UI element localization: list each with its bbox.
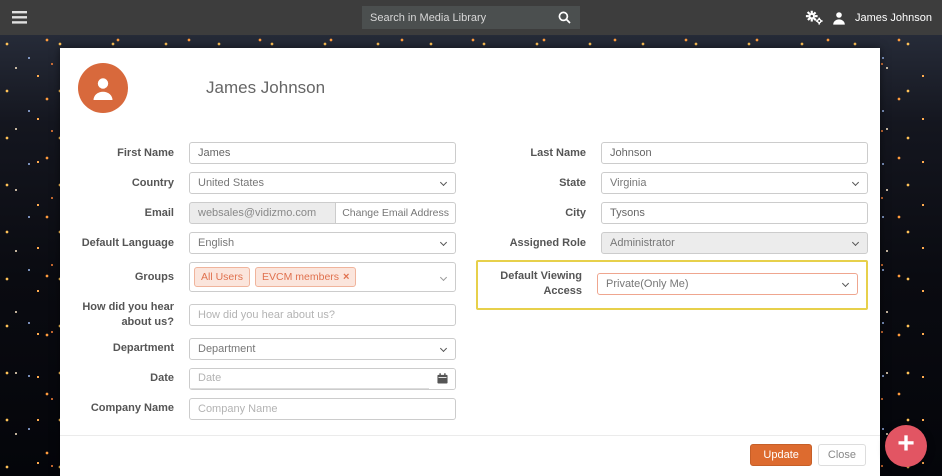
department-select[interactable]: Department: [189, 337, 456, 360]
state-field: State Virginia: [482, 172, 868, 194]
default-viewing-access-highlight: Default Viewing Access Private(Only Me): [476, 260, 868, 310]
chevron-down-icon: [841, 279, 850, 287]
last-name-input[interactable]: [601, 142, 868, 164]
country-selected-value: United States: [198, 177, 265, 189]
groups-label: Groups: [134, 270, 174, 283]
assigned-role-select: Administrator: [601, 232, 868, 254]
group-tag: EVCM members ×: [255, 267, 357, 287]
chevron-down-icon: [439, 344, 448, 352]
chevron-down-icon: [439, 238, 448, 247]
first-name-label: First Name: [117, 146, 174, 159]
group-tag-text: EVCM members: [262, 271, 340, 283]
assigned-role-label: Assigned Role: [509, 236, 586, 249]
assigned-role-selected-value: Administrator: [610, 237, 675, 249]
chevron-down-icon: [439, 178, 448, 187]
avatar: [78, 63, 128, 113]
default-viewing-access-label: Default Viewing Access: [500, 270, 582, 297]
country-field: Country United States: [70, 172, 456, 194]
department-field: Department Department: [70, 337, 456, 360]
groups-field: Groups All Users EVCM members ×: [70, 262, 456, 292]
state-label: State: [559, 176, 586, 189]
media-library-search: [362, 6, 580, 29]
group-tag: All Users: [194, 267, 251, 287]
change-email-address-button[interactable]: Change Email Address: [336, 202, 456, 224]
state-selected-value: Virginia: [610, 177, 647, 189]
email-input: [189, 202, 337, 224]
date-input[interactable]: [190, 368, 429, 389]
form-left-column: First Name Country United States Email C…: [70, 142, 456, 428]
remove-tag-icon[interactable]: ×: [343, 271, 349, 283]
company-name-label: Company Name: [90, 402, 174, 415]
email-field: Email Change Email Address: [70, 202, 456, 224]
search-icon: [558, 11, 571, 24]
page-title: James Johnson: [206, 78, 326, 97]
person-icon: [89, 74, 117, 102]
last-name-label: Last Name: [530, 146, 586, 159]
search-input[interactable]: [362, 11, 548, 24]
date-label: Date: [150, 372, 174, 385]
hear-about-field: How did you hear about us?: [70, 300, 456, 330]
settings-cogs-icon[interactable]: [805, 10, 823, 25]
user-profile-card: James Johnson First Name Country United …: [60, 48, 880, 476]
user-icon[interactable]: [832, 11, 846, 25]
default-language-field: Default Language English: [70, 232, 456, 254]
state-select[interactable]: Virginia: [601, 172, 868, 194]
date-field: Date: [70, 367, 456, 390]
card-header: James Johnson: [60, 48, 880, 113]
calendar-icon: [436, 373, 448, 384]
hear-about-input[interactable]: [189, 303, 456, 326]
card-footer: Update Close: [60, 435, 880, 476]
user-profile-form: First Name Country United States Email C…: [60, 113, 880, 428]
company-name-field: Company Name: [70, 397, 456, 420]
add-user-fab[interactable]: +: [885, 425, 927, 467]
close-button[interactable]: Close: [817, 444, 866, 466]
chevron-down-icon: [439, 273, 448, 282]
country-select[interactable]: United States: [189, 172, 456, 194]
top-navigation-bar: James Johnson: [0, 0, 942, 35]
city-label: City: [565, 206, 586, 219]
first-name-field: First Name: [70, 142, 456, 164]
search-button[interactable]: [548, 6, 580, 29]
default-language-selected-value: English: [198, 237, 235, 249]
city-field: City: [482, 202, 868, 224]
default-language-select[interactable]: English: [189, 232, 456, 254]
company-name-input[interactable]: [189, 397, 456, 420]
default-language-label: Default Language: [81, 236, 174, 249]
default-viewing-access-select[interactable]: Private(Only Me): [597, 272, 858, 295]
hamburger-menu-icon[interactable]: [12, 11, 27, 24]
group-tag-text: All Users: [201, 271, 244, 283]
plus-icon: +: [897, 427, 915, 460]
department-selected-value: Department: [198, 342, 256, 355]
groups-multiselect[interactable]: All Users EVCM members ×: [189, 262, 456, 292]
city-input[interactable]: [601, 202, 868, 224]
update-button[interactable]: Update: [750, 444, 812, 466]
assigned-role-field: Assigned Role Administrator: [482, 232, 868, 254]
default-viewing-access-selected-value: Private(Only Me): [606, 277, 689, 290]
first-name-input[interactable]: [189, 142, 456, 164]
chevron-down-icon: [851, 238, 860, 247]
email-label: Email: [144, 206, 174, 219]
topbar-user-name[interactable]: James Johnson: [855, 12, 932, 24]
form-right-column: Last Name State Virginia City Assigned R…: [476, 142, 868, 318]
calendar-button[interactable]: [429, 368, 455, 389]
chevron-down-icon: [851, 178, 860, 187]
department-label: Department: [112, 342, 174, 355]
hear-about-label: How did you hear about us?: [82, 301, 174, 328]
last-name-field: Last Name: [482, 142, 868, 164]
country-label: Country: [131, 176, 174, 189]
default-viewing-access-field: Default Viewing Access Private(Only Me): [478, 269, 858, 299]
topbar-right-cluster: James Johnson: [805, 0, 932, 35]
